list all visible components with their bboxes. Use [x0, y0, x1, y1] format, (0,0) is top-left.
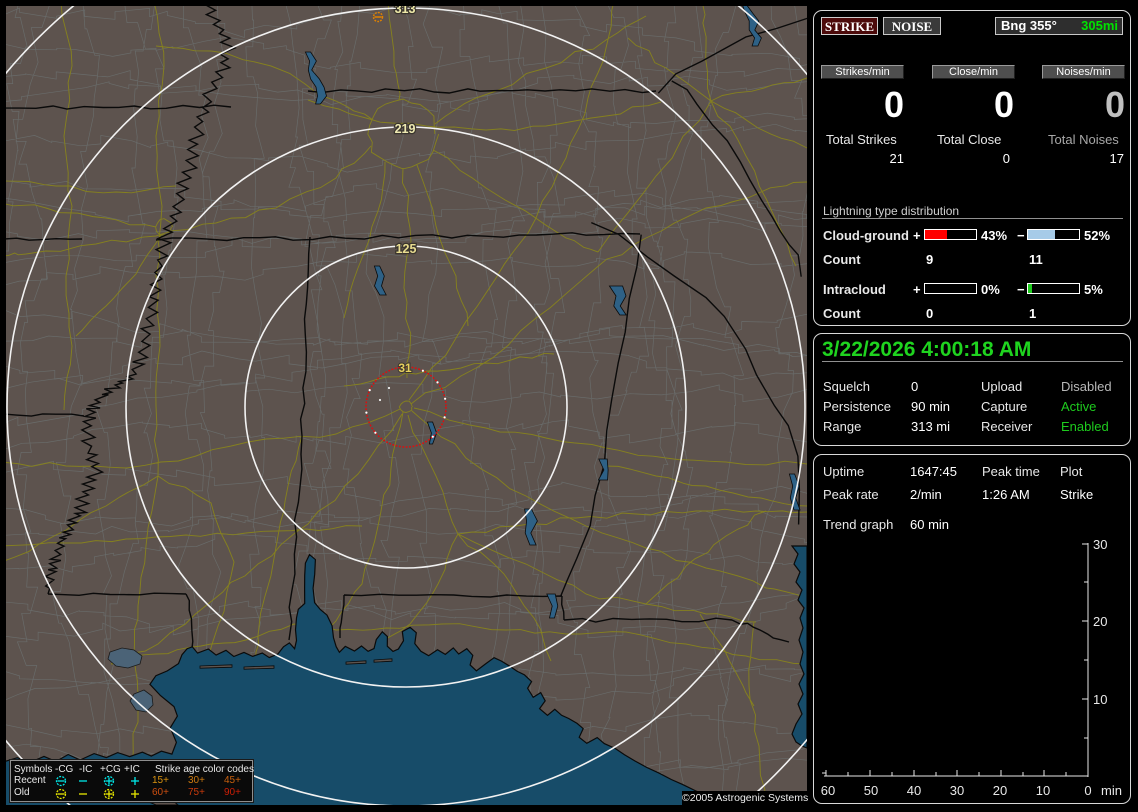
svg-text:20: 20: [1093, 614, 1107, 629]
svg-text:60: 60: [821, 783, 835, 798]
svg-text:219: 219: [395, 122, 416, 136]
svg-text:313: 313: [395, 6, 416, 16]
svg-text:0: 0: [1084, 783, 1091, 798]
svg-text:30: 30: [1093, 537, 1107, 552]
svg-text:20: 20: [993, 783, 1007, 798]
svg-text:30: 30: [950, 783, 964, 798]
svg-text:10: 10: [1093, 692, 1107, 707]
svg-text:125: 125: [396, 242, 417, 256]
svg-text:31: 31: [398, 361, 412, 375]
svg-text:min: min: [1101, 783, 1122, 798]
svg-text:40: 40: [907, 783, 921, 798]
svg-text:50: 50: [864, 783, 878, 798]
svg-text:10: 10: [1036, 783, 1050, 798]
